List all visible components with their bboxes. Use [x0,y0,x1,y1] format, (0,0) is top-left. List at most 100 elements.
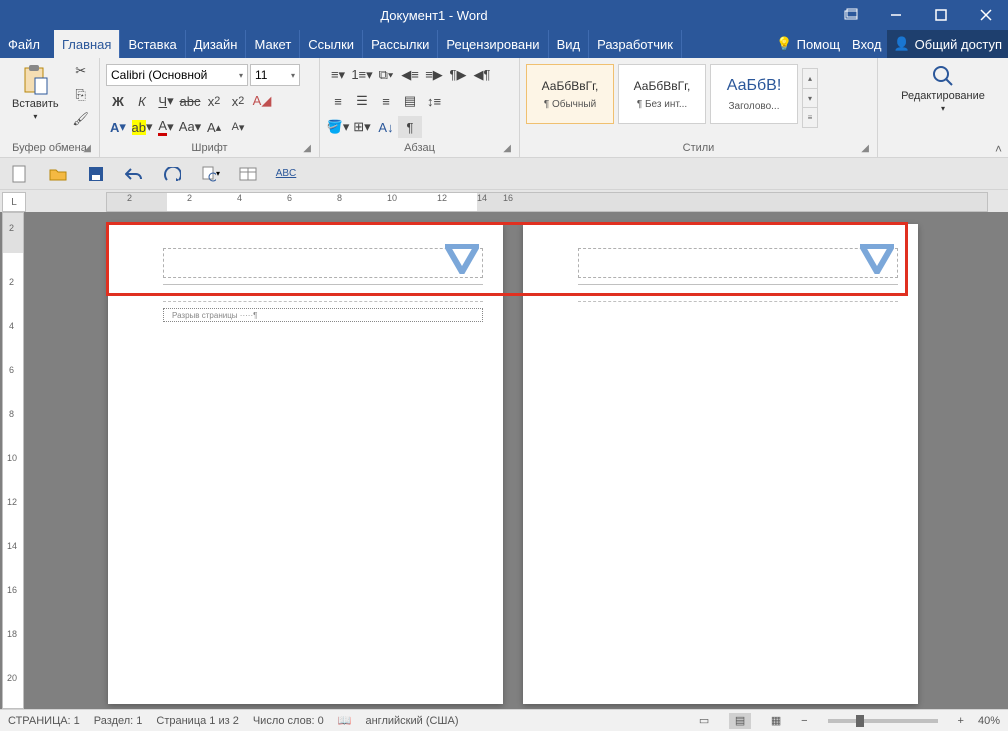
status-section[interactable]: Раздел: 1 [94,715,143,727]
increase-indent-button[interactable]: ≡▶ [422,64,446,86]
print-preview-button[interactable]: ▾ [200,164,220,184]
undo-button[interactable] [124,164,144,184]
group-styles: АаБбВвГг, ¶ Обычный АаБбВвГг, ¶ Без инт.… [520,58,878,157]
editing-button[interactable]: Редактирование ▾ [895,60,991,117]
tab-view[interactable]: Вид [549,30,590,58]
open-button[interactable] [48,164,68,184]
bullets-button[interactable]: ≡▾ [326,64,350,86]
font-color-button[interactable]: A▾ [154,116,178,138]
rtl-button[interactable]: ◀¶ [470,64,494,86]
document-canvas[interactable]: 2 2 4 6 8 10 12 14 16 18 20 Разрыв стран… [0,212,1008,709]
font-size-combo[interactable]: 11▾ [250,64,300,86]
signin[interactable]: Вход [846,30,887,58]
tab-insert[interactable]: Вставка [120,30,185,58]
vertical-ruler[interactable]: 2 2 4 6 8 10 12 14 16 18 20 [2,212,24,709]
tab-home[interactable]: Главная [54,30,120,58]
ltr-button[interactable]: ¶▶ [446,64,470,86]
status-page[interactable]: СТРАНИЦА: 1 [8,715,80,727]
print-layout-button[interactable]: ▤ [729,713,751,729]
status-bar: СТРАНИЦА: 1 Раздел: 1 Страница 1 из 2 Чи… [0,709,1008,731]
page-1[interactable]: Разрыв страницы ·····¶ [108,224,503,704]
font-name-combo[interactable]: Calibri (Основной▾ [106,64,248,86]
style-nospacing[interactable]: АаБбВвГг, ¶ Без инт... [618,64,706,124]
tab-mailings[interactable]: Рассылки [363,30,438,58]
justify-button[interactable]: ▤ [398,90,422,112]
shrink-font-button[interactable]: A▾ [226,116,250,138]
styles-launcher[interactable]: ◢ [861,143,869,154]
maximize-button[interactable] [918,0,963,30]
redo-button[interactable] [162,164,182,184]
strike-button[interactable]: abc [178,90,202,112]
shading-button[interactable]: 🪣▾ [326,116,350,138]
tab-file[interactable]: Файл [0,30,54,58]
subscript-button[interactable]: x2 [202,90,226,112]
copy-button[interactable]: ⎘ [69,84,93,106]
bold-button[interactable]: Ж [106,90,130,112]
grow-font-button[interactable]: A▴ [202,116,226,138]
highlight-button[interactable]: ab▾ [130,116,154,138]
header-area[interactable] [163,248,483,278]
share-button[interactable]: 👤Общий доступ [887,30,1008,58]
read-mode-button[interactable]: ▭ [693,713,715,729]
superscript-button[interactable]: x2 [226,90,250,112]
horizontal-ruler[interactable]: 2 2 4 6 8 10 12 14 16 [106,192,988,212]
zoom-slider[interactable] [828,719,938,723]
format-painter-button[interactable]: 🖌 [69,108,93,130]
text-effects-button[interactable]: A▾ [106,116,130,138]
window-title: Документ1 - Word [40,8,828,23]
ribbon-tabs: Файл Главная Вставка Дизайн Макет Ссылки… [0,30,1008,58]
new-doc-button[interactable] [10,164,30,184]
change-case-button[interactable]: Aa▾ [178,116,202,138]
paragraph-launcher[interactable]: ◢ [503,143,511,154]
clipboard-launcher[interactable]: ◢ [83,143,91,154]
line-spacing-button[interactable]: ↕≡ [422,90,446,112]
align-right-button[interactable]: ≡ [374,90,398,112]
underline-button[interactable]: Ч▾ [154,90,178,112]
collapse-ribbon-button[interactable]: ˄ [995,142,1002,156]
tab-design[interactable]: Дизайн [186,30,247,58]
minimize-button[interactable] [873,0,918,30]
align-center-button[interactable]: ☰ [350,90,374,112]
table-button[interactable] [238,164,258,184]
proofing-icon[interactable]: 📖 [338,714,352,727]
header-area[interactable] [578,248,898,278]
font-label: Шрифт [191,142,227,154]
tell-me[interactable]: 💡Помощ [770,30,846,58]
font-launcher[interactable]: ◢ [303,143,311,154]
sort-button[interactable]: A↓ [374,116,398,138]
close-button[interactable] [963,0,1008,30]
zoom-level[interactable]: 40% [978,715,1000,727]
paste-icon [21,64,49,96]
tab-review[interactable]: Рецензировани [438,30,548,58]
quick-access-toolbar: ▾ ABC [0,158,1008,190]
decrease-indent-button[interactable]: ◀≡ [398,64,422,86]
search-icon [931,64,955,88]
style-heading1[interactable]: АаБбВ! Заголово... [710,64,798,124]
tab-layout[interactable]: Макет [246,30,300,58]
web-layout-button[interactable]: ▦ [765,713,787,729]
zoom-in-button[interactable]: + [958,715,964,727]
multilevel-button[interactable]: ⧉▾ [374,64,398,86]
status-words[interactable]: Число слов: 0 [253,715,324,727]
bulb-icon: 💡 [776,36,792,52]
borders-button[interactable]: ⊞▾ [350,116,374,138]
align-left-button[interactable]: ≡ [326,90,350,112]
cut-button[interactable]: ✂ [69,60,93,82]
show-marks-button[interactable]: ¶ [398,116,422,138]
clear-format-button[interactable]: A◢ [250,90,274,112]
style-normal[interactable]: АаБбВвГг, ¶ Обычный [526,64,614,124]
page-2[interactable] [523,224,918,704]
tab-developer[interactable]: Разработчик [589,30,682,58]
save-button[interactable] [86,164,106,184]
paste-button[interactable]: Вставить ▾ [6,60,65,125]
status-page-of[interactable]: Страница 1 из 2 [156,715,238,727]
status-language[interactable]: английский (США) [365,715,458,727]
ribbon-options-icon[interactable] [828,0,873,30]
spelling-button[interactable]: ABC [276,164,296,184]
zoom-out-button[interactable]: − [801,715,807,727]
numbering-button[interactable]: 1≡▾ [350,64,374,86]
tab-selector[interactable]: L [2,192,26,212]
tab-references[interactable]: Ссылки [300,30,363,58]
styles-gallery-scroll[interactable]: ▴▾≡ [802,68,818,128]
italic-button[interactable]: К [130,90,154,112]
